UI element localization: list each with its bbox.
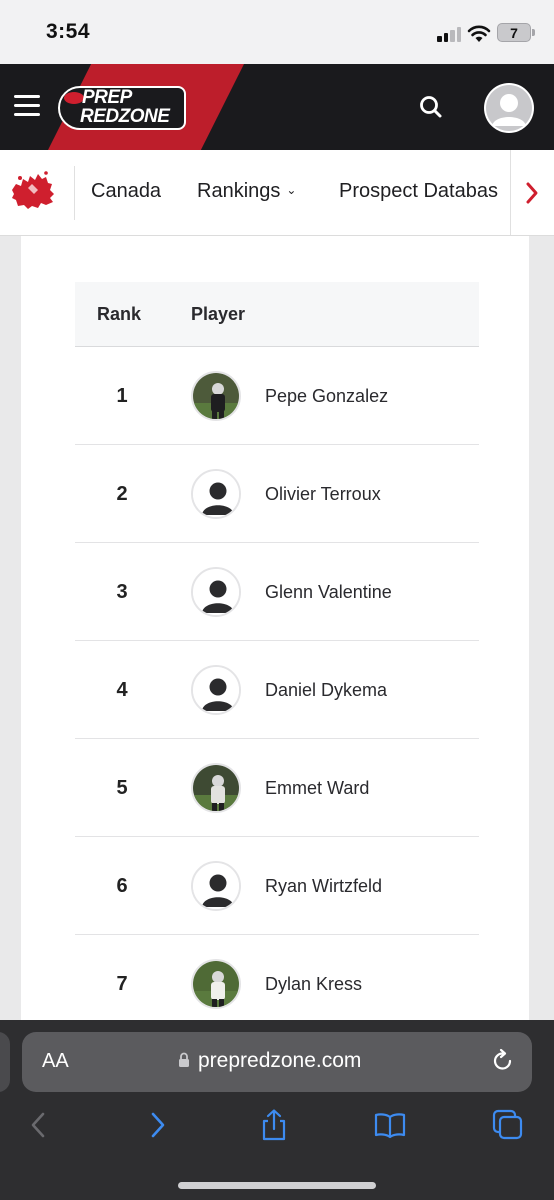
rank-number: 7 xyxy=(116,973,128,995)
rank-number: 5 xyxy=(116,777,128,799)
table-row: 5 Emmet Ward xyxy=(75,739,479,837)
rankings-table: Rank Player 1 Pepe Gonzalez 2 Olivier Terro… xyxy=(75,282,479,1020)
player-photo[interactable] xyxy=(191,371,241,421)
browser-toolbar: AA prepredzone.com xyxy=(0,1020,554,1200)
search-icon[interactable] xyxy=(418,94,444,120)
share-icon[interactable] xyxy=(257,1108,291,1142)
default-avatar-icon[interactable] xyxy=(191,567,241,617)
cellular-signal-icon xyxy=(437,26,463,42)
sub-navigation: Canada Rankings ⌄ Prospect Databas xyxy=(0,150,554,236)
chevron-right-icon xyxy=(526,182,538,204)
wifi-icon xyxy=(467,25,491,42)
reader-settings-button[interactable]: AA xyxy=(42,1050,69,1073)
rank-number: 3 xyxy=(116,581,128,603)
battery-indicator: 7 xyxy=(497,23,535,42)
rank-number: 2 xyxy=(116,483,128,505)
table-row: 2 Olivier Terroux xyxy=(75,445,479,543)
lock-icon xyxy=(179,1052,189,1067)
user-avatar-icon xyxy=(486,85,532,131)
rank-number: 1 xyxy=(116,385,128,407)
column-header-rank: Rank xyxy=(97,304,142,324)
player-name-link[interactable]: Olivier Terroux xyxy=(265,484,381,505)
status-time: 3:54 xyxy=(46,20,91,43)
tabs-icon[interactable] xyxy=(491,1108,525,1142)
table-row: 6 Ryan Wirtzfeld xyxy=(75,837,479,935)
default-avatar-icon[interactable] xyxy=(191,469,241,519)
rank-number: 4 xyxy=(116,679,128,701)
forward-icon[interactable] xyxy=(141,1108,175,1142)
logo-text-redzone: REDZONE xyxy=(80,106,170,127)
reload-icon[interactable] xyxy=(490,1048,516,1074)
prep-redzone-logo[interactable]: PREP REDZONE xyxy=(58,86,186,130)
football-icon xyxy=(64,92,84,104)
nav-rankings[interactable]: Rankings ⌄ xyxy=(197,180,296,203)
table-body: 1 Pepe Gonzalez 2 Olivier Terroux 3 Glenn Val… xyxy=(75,347,479,1020)
player-photo[interactable] xyxy=(191,763,241,813)
player-name-link[interactable]: Ryan Wirtzfeld xyxy=(265,876,382,897)
player-name-link[interactable]: Dylan Kress xyxy=(265,974,362,995)
table-row: 4 Daniel Dykema xyxy=(75,641,479,739)
column-header-player: Player xyxy=(191,304,246,324)
scroll-next-button[interactable] xyxy=(510,150,554,235)
rank-number: 6 xyxy=(116,875,128,897)
default-avatar-icon[interactable] xyxy=(191,665,241,715)
user-avatar-button[interactable] xyxy=(484,83,534,133)
aa-label: AA xyxy=(42,1050,69,1072)
nav-prospect-database[interactable]: Prospect Databas xyxy=(339,180,498,203)
player-name-link[interactable]: Emmet Ward xyxy=(265,778,369,799)
bookmarks-icon[interactable] xyxy=(373,1108,407,1142)
table-row: 7 Dylan Kress xyxy=(75,935,479,1020)
nav-rankings-label: Rankings xyxy=(197,180,281,202)
player-name-link[interactable]: Pepe Gonzalez xyxy=(265,386,388,407)
subnav-divider xyxy=(74,166,75,220)
table-row: 1 Pepe Gonzalez xyxy=(75,347,479,445)
nav-canada[interactable]: Canada xyxy=(91,180,161,203)
canada-map-icon[interactable] xyxy=(8,170,58,216)
home-indicator xyxy=(178,1182,376,1189)
default-avatar-icon[interactable] xyxy=(191,861,241,911)
url-text: prepredzone.com xyxy=(198,1049,362,1072)
player-photo[interactable] xyxy=(191,959,241,1009)
hamburger-menu-icon[interactable] xyxy=(14,95,40,117)
address-bar[interactable]: AA prepredzone.com xyxy=(22,1032,532,1092)
back-icon[interactable] xyxy=(22,1108,56,1142)
table-row: 3 Glenn Valentine xyxy=(75,543,479,641)
chevron-down-icon: ⌄ xyxy=(286,182,297,197)
status-bar: 3:54 7 xyxy=(0,0,554,64)
player-name-link[interactable]: Glenn Valentine xyxy=(265,582,392,603)
previous-tab-peek[interactable] xyxy=(0,1032,10,1092)
table-header: Rank Player xyxy=(75,282,479,347)
rankings-card: Rank Player 1 Pepe Gonzalez 2 Olivier Terro… xyxy=(21,236,529,1020)
site-header: PREP REDZONE xyxy=(0,64,554,150)
player-name-link[interactable]: Daniel Dykema xyxy=(265,680,387,701)
